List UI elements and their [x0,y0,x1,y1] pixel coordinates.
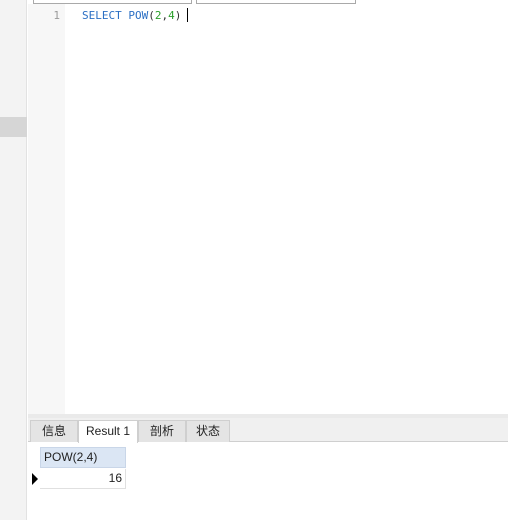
sql-number-arg2: 4 [168,9,175,22]
current-row-arrow-icon [32,473,38,485]
sql-keyword: SELECT [82,9,122,22]
code-line-1[interactable]: SELECT POW(2,4) [82,8,189,23]
open-paren: ( [148,9,155,22]
result-tab-bar: 信息 Result 1 剖析 状态 [28,418,508,443]
tab-info[interactable]: 信息 [30,420,78,442]
panel-splitter-handle[interactable] [0,117,27,137]
left-panel-gutter [0,0,27,520]
sql-function: POW [128,9,149,22]
sql-editor[interactable]: 1 SELECT POW(2,4) [28,4,508,414]
tab-status[interactable]: 状态 [186,420,230,442]
column-header[interactable]: POW(2,4) [40,447,126,468]
result-grid: POW(2,4) 16 [28,443,508,520]
line-number: 1 [53,9,60,22]
table-cell[interactable]: 16 [40,469,126,489]
close-paren: ) [174,9,182,22]
sql-number-arg1: 2 [154,9,162,22]
line-number-gutter: 1 [28,4,65,414]
text-cursor [187,8,189,22]
tab-profile[interactable]: 剖析 [138,420,186,442]
tab-result-1[interactable]: Result 1 [78,420,138,443]
